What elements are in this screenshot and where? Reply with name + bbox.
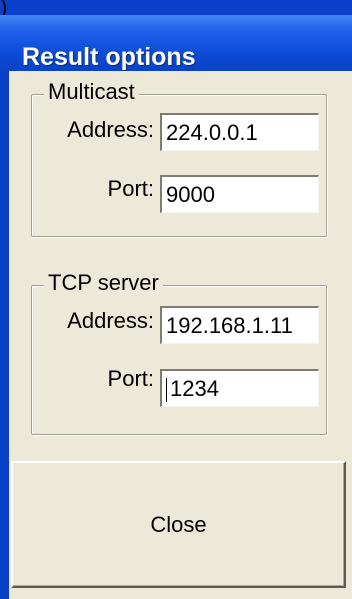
- multicast-address-field[interactable]: 224.0.0.1: [160, 113, 319, 151]
- close-button[interactable]: Close: [11, 461, 346, 588]
- tcp-address-value: 192.168.1.11: [166, 313, 293, 338]
- tcp-port-label: Port:: [107, 366, 154, 391]
- multicast-address-value: 224.0.0.1: [166, 120, 258, 145]
- multicast-group: Multicast Address: 224.0.0.1 Port: 9000: [31, 79, 327, 237]
- text-caret: [166, 378, 167, 402]
- tcp-port-field[interactable]: 1234: [160, 369, 319, 407]
- tcp-address-label: Address:: [67, 308, 154, 333]
- multicast-port-field[interactable]: 9000: [160, 175, 319, 213]
- multicast-address-label: Address:: [67, 117, 154, 142]
- close-button-label: Close: [150, 511, 207, 537]
- multicast-port-value: 9000: [166, 182, 215, 207]
- tcp-server-legend: TCP server: [44, 270, 163, 296]
- title-bar[interactable]: Result options: [0, 15, 352, 71]
- tcp-address-field[interactable]: 192.168.1.11: [160, 306, 319, 344]
- result-options-window: ) Result options Multicast Address: 224.…: [0, 0, 352, 599]
- multicast-legend: Multicast: [44, 79, 139, 105]
- multicast-port-label: Port:: [107, 176, 154, 201]
- tcp-server-group: TCP server Address: 192.168.1.11 Port: 1…: [31, 270, 327, 435]
- dialog-client-area: Multicast Address: 224.0.0.1 Port: 9000 …: [9, 71, 352, 599]
- window-title: Result options: [22, 43, 196, 71]
- tcp-port-value: 1234: [170, 376, 219, 401]
